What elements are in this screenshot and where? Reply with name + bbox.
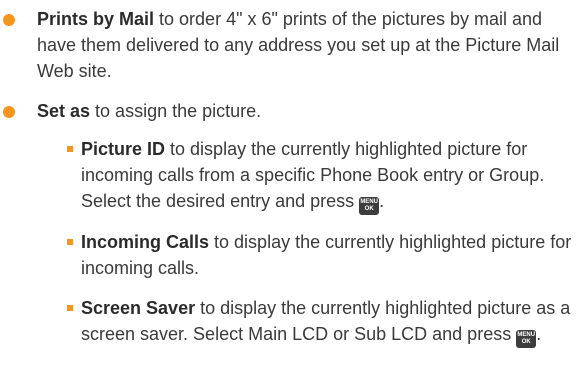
term-prints-by-mail: Prints by Mail bbox=[37, 9, 155, 29]
list-item-prints-by-mail: Prints by Mail to order 4" x 6" prints o… bbox=[0, 6, 586, 84]
term-screen-saver: Screen Saver bbox=[81, 298, 196, 318]
menu-ok-key-icon: MENU OK bbox=[359, 197, 380, 215]
bullet-dot-icon bbox=[3, 106, 15, 118]
menu-key-top-label: MENU bbox=[360, 199, 378, 205]
menu-ok-key-icon: MENU OK bbox=[516, 330, 537, 348]
menu-key-bottom-label: OK bbox=[364, 206, 374, 212]
sentence-end: . bbox=[379, 191, 385, 211]
document-body: Prints by Mail to order 4" x 6" prints o… bbox=[0, 0, 586, 348]
bullet-dot-icon bbox=[3, 14, 15, 26]
sub-item-screen-saver: Screen Saver to display the currently hi… bbox=[0, 295, 586, 348]
term-picture-id: Picture ID bbox=[81, 139, 166, 159]
term-set-as: Set as bbox=[37, 101, 91, 121]
menu-key-top-label: MENU bbox=[517, 332, 536, 338]
bullet-square-icon bbox=[67, 146, 73, 152]
menu-key-bottom-label: OK bbox=[521, 339, 531, 345]
bullet-square-icon bbox=[67, 305, 73, 311]
bullet-square-icon bbox=[67, 239, 73, 245]
list-item-set-as: Set as to assign the picture. bbox=[0, 98, 586, 124]
term-incoming-calls: Incoming Calls bbox=[81, 232, 210, 252]
sub-list-set-as: Picture ID to display the currently high… bbox=[0, 136, 586, 348]
description-set-as: to assign the picture. bbox=[90, 101, 262, 121]
sub-item-picture-id: Picture ID to display the currently high… bbox=[0, 136, 586, 215]
sub-item-incoming-calls: Incoming Calls to display the currently … bbox=[0, 229, 586, 281]
sentence-end: . bbox=[536, 324, 542, 344]
